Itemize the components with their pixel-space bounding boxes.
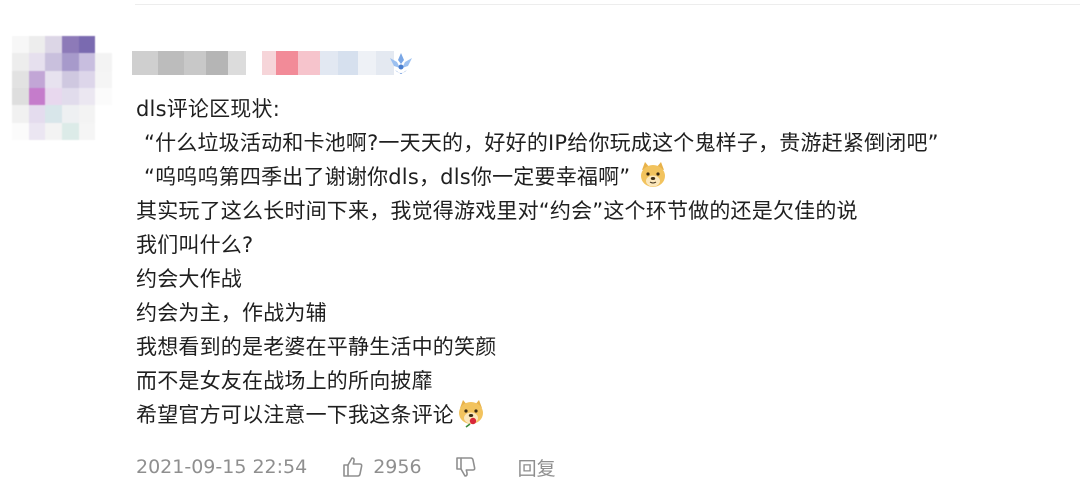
comment-line-6: 约会为主，作战为辅 bbox=[136, 301, 327, 325]
comment-line-quote-2: “呜呜呜第四季出了谢谢你dls，dls你一定要幸福啊” bbox=[136, 160, 1076, 194]
comment-line-9: 希望官方可以注意一下我这条评论 bbox=[136, 398, 1076, 432]
comment-line-title: dls评论区现状: bbox=[136, 97, 280, 121]
comment-line-9-text: 希望官方可以注意一下我这条评论 bbox=[136, 403, 454, 427]
comment-line-quote-2-text: “呜呜呜第四季出了谢谢你dls，dls你一定要幸福啊” bbox=[144, 165, 631, 189]
reply-button[interactable]: 回复 bbox=[518, 454, 556, 481]
comment-body: dls评论区现状: “什么垃圾活动和卡池啊?一天天的，好好的IP给你玩成这个鬼样… bbox=[136, 92, 1076, 432]
comment-line-8: 而不是女友在战场上的所向披靡 bbox=[136, 369, 433, 393]
comment-line-3: 其实玩了这么长时间下来，我觉得游戏里对“约会”这个环节做的还是欠佳的说 bbox=[136, 199, 858, 223]
comment-line-4: 我们叫什么? bbox=[136, 233, 254, 257]
like-count: 2956 bbox=[373, 456, 422, 478]
comment-line-7: 我想看到的是老婆在平静生活中的笑颜 bbox=[136, 335, 497, 359]
comment-line-quote-1: “什么垃圾活动和卡池啊?一天天的，好好的IP给你玩成这个鬼样子，贵游赶紧倒闭吧” bbox=[144, 131, 939, 155]
username[interactable] bbox=[132, 50, 394, 76]
doge-emoji-icon bbox=[641, 162, 666, 187]
top-divider bbox=[135, 4, 1080, 5]
thumbs-down-icon[interactable] bbox=[454, 455, 478, 479]
doge-rose-emoji-icon bbox=[459, 400, 483, 428]
avatar[interactable] bbox=[12, 36, 112, 140]
comment-line-5: 约会大作战 bbox=[136, 267, 242, 291]
comment-meta: 2021-09-15 22:54 2956 回复 bbox=[136, 452, 556, 482]
thumbs-up-icon[interactable] bbox=[341, 455, 365, 479]
comment-timestamp: 2021-09-15 22:54 bbox=[136, 456, 308, 478]
level-badge-icon bbox=[390, 53, 412, 74]
